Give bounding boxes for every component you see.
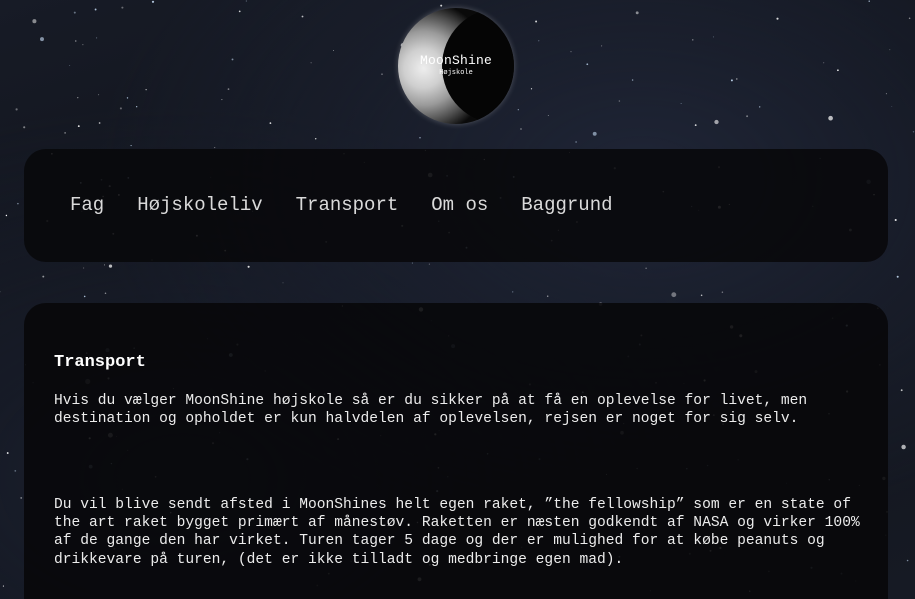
logo-subtitle: Højskole (439, 69, 473, 77)
logo-text: MoonShine Højskole (398, 54, 514, 77)
paragraph-intro: Hvis du vælger MoonShine højskole så er … (54, 393, 808, 428)
nav-item-om-os[interactable]: Om os (431, 194, 488, 216)
nav-item-fag[interactable]: Fag (70, 194, 104, 216)
paragraph-rocket: Du vil blive sendt afsted i MoonShines h… (54, 497, 860, 568)
main-navigation: Fag Højskoleliv Transport Om os Baggrund (24, 149, 888, 262)
page-title: Transport (54, 353, 146, 372)
nav-list: Fag Højskoleliv Transport Om os Baggrund (70, 194, 646, 216)
content-panel: Transport Hvis du vælger MoonShine højsk… (24, 303, 888, 599)
nav-item-baggrund[interactable]: Baggrund (521, 194, 612, 216)
nav-item-transport[interactable]: Transport (296, 194, 399, 216)
nav-item-hojskoleliv[interactable]: Højskoleliv (137, 194, 262, 216)
logo-title: MoonShine (419, 53, 492, 68)
moonshine-logo[interactable]: MoonShine Højskole (398, 8, 514, 124)
